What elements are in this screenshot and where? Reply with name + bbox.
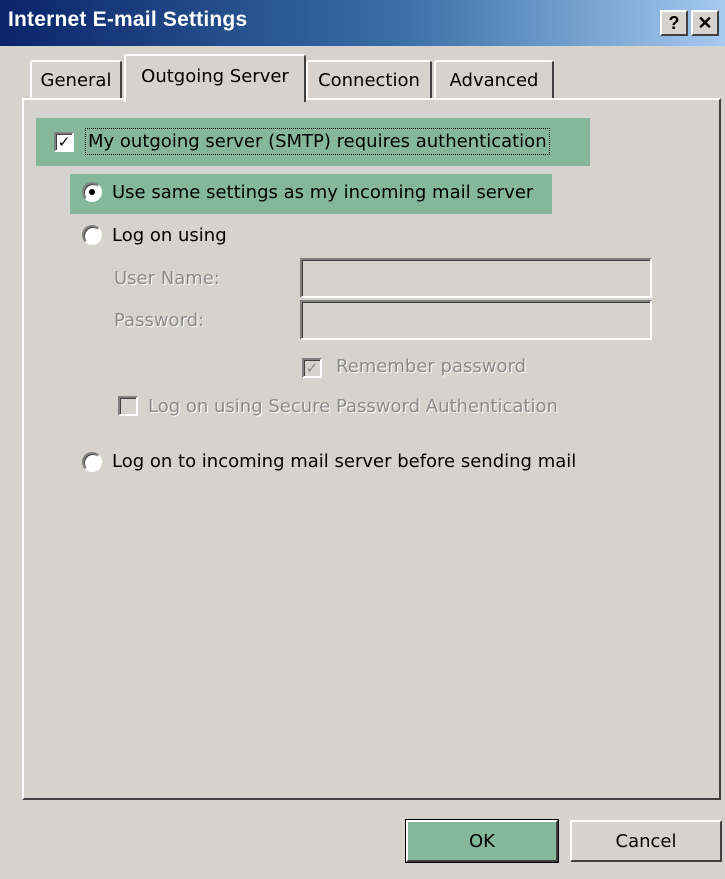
cancel-button[interactable]: Cancel [570,820,722,862]
tab-label: Outgoing Server [141,65,289,87]
tab-connection[interactable]: Connection [306,60,432,98]
help-button[interactable]: ? [660,10,688,36]
tab-outgoing-server[interactable]: Outgoing Server [124,54,306,102]
ok-button-label: OK [469,830,495,852]
window-title: Internet E-mail Settings [8,8,248,31]
log-on-incoming-radio[interactable] [82,452,102,472]
smtp-auth-checkbox[interactable]: ✓ [54,132,74,152]
radio-selected-dot [89,189,95,195]
log-on-incoming-label[interactable]: Log on to incoming mail server before se… [112,451,576,472]
ok-button[interactable]: OK [405,819,559,863]
smtp-auth-label[interactable]: My outgoing server (SMTP) requires authe… [85,128,550,155]
checkmark-icon: ✓ [57,133,71,151]
checkmark-icon: ✓ [305,359,319,377]
tab-advanced[interactable]: Advanced [434,60,554,98]
tab-label: Advanced [449,69,539,91]
password-label: Password: [114,310,205,331]
tab-label: General [40,69,112,91]
user-name-field[interactable] [300,258,652,298]
spa-label[interactable]: Log on using Secure Password Authenticat… [148,396,558,417]
internet-email-settings-dialog: Internet E-mail Settings ? ✕ General Out… [0,0,725,879]
close-button[interactable]: ✕ [691,10,719,36]
title-bar[interactable]: Internet E-mail Settings ? ✕ [0,0,725,46]
log-on-using-label[interactable]: Log on using [112,225,227,246]
tab-general[interactable]: General [30,60,122,98]
use-same-settings-radio[interactable] [82,182,102,202]
outgoing-server-panel [22,98,721,800]
log-on-using-radio[interactable] [82,225,102,245]
remember-password-checkbox[interactable]: ✓ [302,358,322,378]
tab-label: Connection [318,69,420,91]
user-name-label: User Name: [114,268,220,289]
use-same-settings-label[interactable]: Use same settings as my incoming mail se… [112,182,533,203]
remember-password-label[interactable]: Remember password [336,356,526,377]
spa-checkbox[interactable] [118,396,138,416]
cancel-button-label: Cancel [615,830,677,852]
password-field[interactable] [300,300,652,340]
